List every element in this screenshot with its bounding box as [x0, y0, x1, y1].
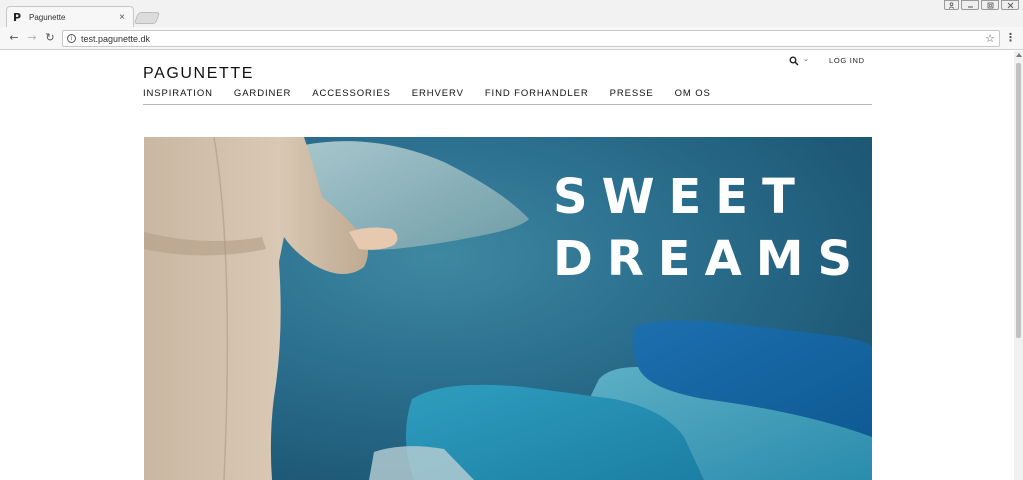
hero-banner[interactable]: SWEET DREAMS — [144, 137, 872, 480]
bookmark-star-icon[interactable]: ☆ — [983, 32, 997, 45]
nav-item-erhverv[interactable]: ERHVERV — [412, 88, 464, 104]
scrollbar-thumb[interactable] — [1016, 63, 1021, 338]
address-bar[interactable]: i test.pagunette.dk ☆ — [62, 30, 1000, 47]
search-icon[interactable] — [789, 56, 799, 66]
kebab-menu-icon[interactable]: ⋮ — [1005, 31, 1016, 44]
vertical-scrollbar[interactable] — [1014, 51, 1023, 480]
restore-icon[interactable] — [981, 0, 999, 10]
profile-icon[interactable] — [944, 0, 959, 10]
browser-tab[interactable]: P Pagunette × — [6, 6, 134, 28]
site-logo[interactable]: PAGUNETTE — [143, 65, 254, 83]
scroll-up-arrow-icon[interactable] — [1016, 53, 1022, 57]
hero-heading-line2: DREAMS — [553, 231, 867, 287]
window-controls — [944, 0, 1019, 10]
login-link[interactable]: LOG IND — [829, 56, 865, 65]
minimize-icon[interactable] — [961, 0, 979, 10]
nav-item-find-forhandler[interactable]: FIND FORHANDLER — [485, 88, 589, 104]
tab-title: Pagunette — [29, 13, 66, 22]
back-arrow-icon[interactable]: ← — [7, 31, 21, 45]
page-viewport: PAGUNETTE ⌄ LOG IND INSPIRATION GARDINER… — [0, 51, 1023, 480]
url-text[interactable]: test.pagunette.dk — [81, 34, 983, 44]
main-navigation: INSPIRATION GARDINER ACCESSORIES ERHVERV… — [143, 88, 732, 104]
forward-arrow-icon[interactable]: → — [25, 31, 39, 45]
tab-close-icon[interactable]: × — [117, 12, 127, 23]
nav-divider — [143, 104, 872, 105]
nav-item-inspiration[interactable]: INSPIRATION — [143, 88, 213, 104]
nav-item-om-os[interactable]: OM OS — [675, 88, 711, 104]
nav-item-accessories[interactable]: ACCESSORIES — [312, 88, 391, 104]
hero-heading-line1: SWEET — [553, 169, 809, 225]
reload-icon[interactable]: ↻ — [43, 31, 57, 45]
nav-item-gardiner[interactable]: GARDINER — [234, 88, 291, 104]
browser-titlebar: P Pagunette × — [0, 0, 1023, 28]
chevron-down-icon[interactable]: ⌄ — [803, 55, 809, 63]
nav-item-presse[interactable]: PRESSE — [610, 88, 654, 104]
browser-toolbar: ← → ↻ i test.pagunette.dk ☆ ⋮ — [0, 27, 1023, 50]
tab-favicon-icon: P — [13, 11, 22, 24]
close-window-icon[interactable] — [1001, 0, 1019, 10]
new-tab-button[interactable] — [133, 12, 161, 24]
info-icon[interactable]: i — [67, 34, 76, 43]
